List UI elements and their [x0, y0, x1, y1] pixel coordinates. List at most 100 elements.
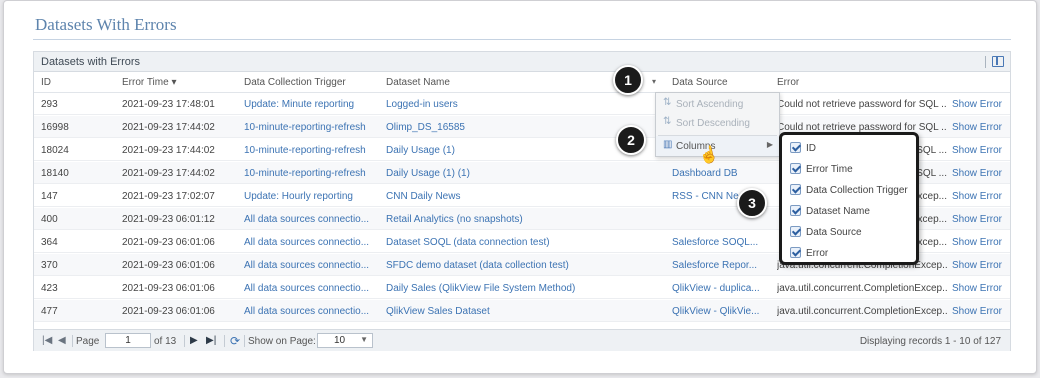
title-divider — [33, 39, 1011, 40]
cell-dataset[interactable]: SFDC demo dataset (data collection test) — [386, 260, 646, 271]
cell-trigger: 10-minute-reporting-refresh — [244, 168, 366, 179]
columns-submenu: ID Error Time Data Collection Trigger Datas… — [779, 132, 919, 265]
show-error-link[interactable]: Show Error — [952, 122, 1008, 133]
checkbox-checked-icon[interactable] — [790, 142, 801, 153]
cell-trigger: All data sources connectio... — [244, 283, 370, 294]
page-size-select[interactable]: 10 ▼ — [317, 333, 373, 348]
checkbox-checked-icon[interactable] — [790, 184, 801, 195]
first-page-icon[interactable]: |◀ — [42, 335, 52, 346]
page-title: Datasets With Errors — [35, 15, 177, 34]
cell-dataset[interactable]: Daily Sales (QlikView File System Method… — [386, 283, 646, 294]
columns-icon: ▥ — [663, 139, 673, 150]
column-toggle-label: Dataset Name — [806, 206, 870, 217]
column-toggle-label: Data Source — [806, 227, 862, 238]
checkbox-checked-icon[interactable] — [790, 247, 801, 258]
column-header-id[interactable]: ID — [41, 77, 51, 88]
page-count-label: of 13 — [154, 336, 177, 347]
cell-dataset[interactable]: Logged-in users — [386, 99, 646, 110]
cell-source: Salesforce SOQL... — [672, 237, 759, 248]
column-menu-trigger-icon[interactable]: ▾ — [652, 77, 656, 86]
cell-dataset[interactable]: Dataset SOQL (data connection test) — [386, 237, 646, 248]
checkbox-checked-icon[interactable] — [790, 163, 801, 174]
show-error-link[interactable]: Show Error — [952, 99, 1008, 110]
cell-id: 477 — [41, 306, 58, 317]
table-row[interactable]: 293 2021-09-23 17:48:01 Update: Minute rep… — [34, 93, 1010, 115]
column-toggle-label: Error Time — [806, 164, 853, 175]
cell-source: Salesforce Repor... — [672, 260, 758, 271]
column-toggle-item[interactable]: Error — [790, 244, 914, 264]
show-error-link[interactable]: Show Error — [952, 237, 1008, 248]
cell-id: 18024 — [41, 145, 69, 156]
column-toggle-item[interactable]: ID — [790, 139, 914, 159]
cell-error: Could not retrieve password for SQL ... — [777, 99, 947, 110]
cell-id: 400 — [41, 214, 58, 225]
cell-dataset[interactable]: Daily Usage (1) — [386, 145, 646, 156]
table-row[interactable]: 423 2021-09-23 06:01:06 All data sources c… — [34, 277, 1010, 299]
cell-error: java.util.concurrent.CompletionExcep... — [777, 283, 947, 294]
cell-dataset[interactable]: Olimp_DS_16585 — [386, 122, 646, 133]
cell-id: 18140 — [41, 168, 69, 179]
cell-source: QlikView - duplica... — [672, 283, 760, 294]
cell-id: 364 — [41, 237, 58, 248]
sort-ascending-label: Sort Ascending — [676, 99, 744, 110]
cell-time: 2021-09-23 17:02:07 — [122, 191, 215, 202]
cell-source: QlikView - QlikVie... — [672, 306, 760, 317]
show-error-link[interactable]: Show Error — [952, 260, 1008, 271]
column-header-error-time[interactable]: Error Time ▾ — [122, 77, 176, 88]
chevron-down-icon: ▼ — [360, 335, 368, 344]
pager-divider — [184, 335, 185, 347]
last-page-icon[interactable]: ▶| — [206, 335, 216, 346]
column-header-row: ID Error Time ▾ Data Collection Trigger … — [34, 72, 1010, 93]
show-error-link[interactable]: Show Error — [952, 283, 1008, 294]
column-toggle-item[interactable]: Dataset Name — [790, 202, 914, 222]
cell-id: 147 — [41, 191, 58, 202]
sort-descending-label: Sort Descending — [676, 118, 750, 129]
cell-dataset[interactable]: CNN Daily News — [386, 191, 646, 202]
app-window: Datasets With Errors Datasets with Error… — [3, 0, 1037, 374]
column-toggle-item[interactable]: Data Source — [790, 223, 914, 243]
cell-dataset[interactable]: Daily Usage (1) (1) — [386, 168, 646, 179]
step-callout-2: 2 — [616, 125, 646, 155]
sort-descending-item[interactable]: ⇅ Sort Descending — [656, 113, 779, 133]
checkbox-checked-icon[interactable] — [790, 226, 801, 237]
show-error-link[interactable]: Show Error — [952, 145, 1008, 156]
sort-ascending-icon: ⇅ — [663, 97, 672, 108]
column-header-error[interactable]: Error — [777, 77, 799, 88]
cell-trigger: 10-minute-reporting-refresh — [244, 145, 366, 156]
cell-id: 370 — [41, 260, 58, 271]
cell-time: 2021-09-23 17:48:01 — [122, 99, 215, 110]
sort-descending-icon: ⇅ — [663, 116, 672, 127]
cell-trigger: All data sources connectio... — [244, 214, 370, 225]
cell-error: java.util.concurrent.CompletionExcep... — [777, 306, 947, 317]
cell-time: 2021-09-23 17:44:02 — [122, 168, 215, 179]
cell-dataset[interactable]: QlikView Sales Dataset — [386, 306, 646, 317]
column-toggle-label: ID — [806, 143, 816, 154]
show-error-link[interactable]: Show Error — [952, 306, 1008, 317]
column-header-dataset-name[interactable]: Dataset Name — [386, 77, 450, 88]
cell-id: 16998 — [41, 122, 69, 133]
show-error-link[interactable]: Show Error — [952, 191, 1008, 202]
panel-title: Datasets with Errors — [41, 56, 141, 68]
column-header-data-source[interactable]: Data Source — [672, 77, 728, 88]
pager-divider — [224, 335, 225, 347]
cell-dataset[interactable]: Retail Analytics (no snapshots) — [386, 214, 646, 225]
columns-layout-icon[interactable] — [992, 56, 1004, 67]
records-status: Displaying records 1 - 10 of 127 — [859, 336, 1001, 347]
hand-cursor-icon: ☝ — [697, 145, 721, 166]
cell-trigger: 10-minute-reporting-refresh — [244, 122, 366, 133]
page-number-input[interactable]: 1 — [105, 333, 151, 348]
previous-page-icon[interactable]: ◀ — [58, 335, 66, 346]
column-toggle-item[interactable]: Error Time — [790, 160, 914, 180]
column-toggle-item[interactable]: Data Collection Trigger — [790, 181, 914, 201]
checkbox-checked-icon[interactable] — [790, 205, 801, 216]
column-header-data-collection-trigger[interactable]: Data Collection Trigger — [244, 77, 346, 88]
next-page-icon[interactable]: ▶ — [190, 335, 198, 346]
show-error-link[interactable]: Show Error — [952, 214, 1008, 225]
cell-trigger: Update: Minute reporting — [244, 99, 355, 110]
sort-ascending-item[interactable]: ⇅ Sort Ascending — [656, 94, 779, 114]
show-error-link[interactable]: Show Error — [952, 168, 1008, 179]
cell-time: 2021-09-23 06:01:06 — [122, 306, 215, 317]
cell-trigger: All data sources connectio... — [244, 306, 370, 317]
table-row[interactable]: 477 2021-09-23 06:01:06 All data sources c… — [34, 300, 1010, 322]
refresh-icon[interactable]: ⟳ — [230, 334, 240, 348]
